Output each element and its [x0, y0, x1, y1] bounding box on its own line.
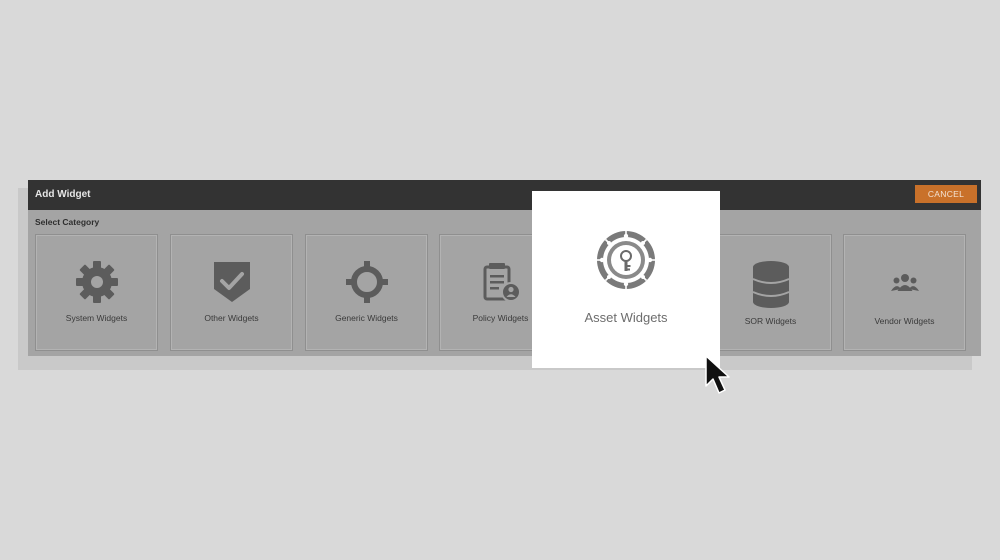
users-group-icon: [890, 274, 919, 291]
category-tile-sor-widgets[interactable]: SOR Widgets: [709, 234, 832, 351]
policy-document-icon: [483, 263, 521, 302]
database-icon: [752, 261, 789, 308]
category-label: Generic Widgets: [335, 313, 398, 323]
mouse-pointer-icon: [705, 355, 730, 394]
category-label: Other Widgets: [204, 313, 259, 323]
select-category-label: Select Category: [35, 217, 100, 227]
category-label: Vendor Widgets: [874, 316, 935, 326]
gear-icon: [75, 261, 118, 303]
cancel-button[interactable]: CANCEL: [915, 185, 977, 203]
category-label: System Widgets: [65, 313, 128, 323]
category-tile-asset-widgets[interactable]: Asset Widgets: [532, 191, 720, 368]
add-widget-dialog: Add Widget CANCEL Select Category System…: [28, 180, 981, 356]
dialog-titlebar: Add Widget CANCEL: [28, 180, 981, 210]
category-tile-other-widgets[interactable]: Other Widgets: [170, 234, 293, 351]
category-tile-system-widgets[interactable]: System Widgets: [35, 234, 158, 351]
category-label: SOR Widgets: [744, 316, 797, 326]
category-tile-vendor-widgets[interactable]: Vendor Widgets: [843, 234, 966, 351]
crosshair-icon: [345, 261, 388, 303]
screen: Add Widget CANCEL Select Category System…: [0, 0, 1000, 560]
category-label: Asset Widgets: [584, 310, 668, 325]
shield-check-icon: [213, 262, 250, 302]
dialog-title: Add Widget: [35, 189, 91, 200]
asset-wheel-icon: [597, 231, 655, 289]
category-tile-generic-widgets[interactable]: Generic Widgets: [305, 234, 428, 351]
